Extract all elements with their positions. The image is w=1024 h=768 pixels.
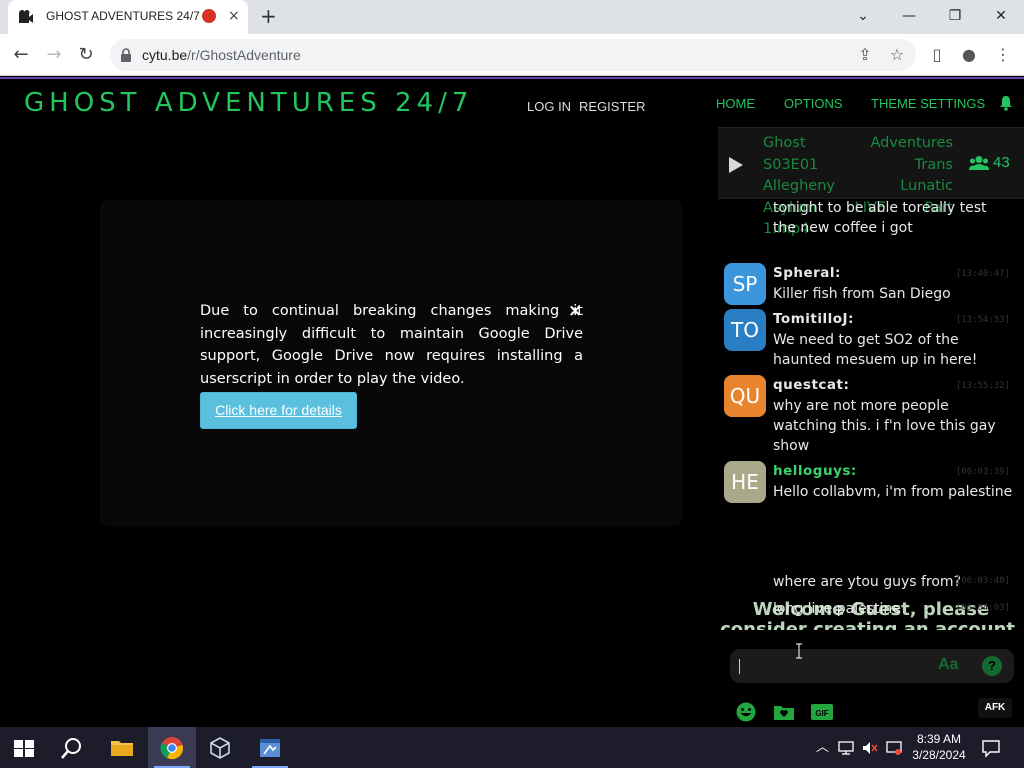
avatar[interactable]: HE xyxy=(724,461,766,503)
nav-theme-settings[interactable]: THEME SETTINGS xyxy=(871,96,985,111)
tab-search-icon[interactable]: ⌄ xyxy=(853,7,873,25)
back-arrow-icon[interactable]: ← xyxy=(10,44,32,66)
new-tab-button[interactable]: + xyxy=(260,6,277,26)
search-icon xyxy=(61,738,81,759)
chat-timestamp: [13:40:47] xyxy=(955,269,1010,279)
clock-date: 3/28/2024 xyxy=(912,748,966,762)
profile-avatar-icon[interactable]: ● xyxy=(958,44,980,66)
text-caret xyxy=(739,659,740,674)
app-window-icon xyxy=(260,739,280,757)
network-icon[interactable] xyxy=(838,740,854,756)
close-window-icon[interactable]: ✕ xyxy=(991,7,1011,25)
chat-username[interactable]: helloguys: xyxy=(773,463,857,479)
chat-message-partial: tonight to be able toreally test the new… xyxy=(773,200,987,236)
help-button[interactable]: ? xyxy=(982,656,1002,676)
chat-messages: tonight to be able toreally test the new… xyxy=(718,200,1024,630)
bell-icon[interactable] xyxy=(998,95,1014,111)
windows-taskbar: ︿ 8:39 AM 3/28/2024 xyxy=(0,727,1024,768)
details-button[interactable]: Click here for details xyxy=(200,392,357,429)
side-panel-icon[interactable]: ▯ xyxy=(926,44,948,66)
close-tab-icon[interactable]: × xyxy=(228,8,240,24)
video-player[interactable]: Due to continual breaking changes making… xyxy=(100,200,682,526)
chevron-up-icon[interactable]: ︿ xyxy=(816,740,832,756)
login-link[interactable]: LOG IN xyxy=(527,99,571,114)
gif-label: GIF xyxy=(815,709,828,718)
chat-message-text: Hello collabvm, i'm from palestine xyxy=(773,484,1013,500)
video-area: Due to continual breaking changes making… xyxy=(0,127,718,727)
alert-close-icon[interactable]: × xyxy=(568,302,582,320)
lock-icon xyxy=(121,48,131,62)
app-taskbar-button[interactable] xyxy=(246,727,294,768)
address-bar: ← → ↻ cytu.be/r/GhostAdventure ⇪ ☆ ▯ ● ⋮ xyxy=(0,34,1024,76)
register-link[interactable]: REGISTER xyxy=(579,99,645,114)
chat-timestamp: [13:54:53] xyxy=(955,315,1010,325)
url-path: /r/GhostAdventure xyxy=(187,47,301,63)
minimize-window-icon[interactable]: — xyxy=(899,7,919,25)
chat-username[interactable]: questcat: xyxy=(773,377,849,393)
nav-home[interactable]: HOME xyxy=(716,96,755,111)
avatar[interactable]: TO xyxy=(724,309,766,351)
start-button[interactable] xyxy=(0,727,48,768)
chat-message-text: Killer fish from San Diego xyxy=(773,286,951,302)
google-drive-alert-message: Due to continual breaking changes making… xyxy=(200,303,583,387)
site-brand[interactable]: GHOST ADVENTURES 24/7 xyxy=(24,88,473,118)
restore-window-icon[interactable]: ❐ xyxy=(945,7,965,25)
folder-icon xyxy=(111,741,133,756)
chat-timestamp: [06:03:48] xyxy=(955,576,1010,586)
chrome-menu-icon[interactable]: ⋮ xyxy=(992,44,1014,66)
notification-icon[interactable] xyxy=(981,738,1001,758)
now-playing-bar: Ghost Adventures S03E01 Trans Allegheny … xyxy=(718,127,1024,237)
chat-message-text: why are not more people watching this. i… xyxy=(773,398,996,454)
volume-muted-icon[interactable] xyxy=(862,740,878,756)
share-icon[interactable]: ⇪ xyxy=(855,45,875,65)
windows-logo-icon xyxy=(14,740,34,757)
users-icon xyxy=(969,156,989,170)
play-icon[interactable] xyxy=(728,156,744,174)
forward-arrow-icon[interactable]: → xyxy=(43,44,65,66)
url-host: cytu.be xyxy=(142,47,188,63)
devil-emoji-icon xyxy=(202,9,216,23)
favorites-folder-icon[interactable] xyxy=(773,702,795,722)
bookmark-star-icon[interactable]: ☆ xyxy=(887,45,907,65)
chat-username[interactable]: Spheral: xyxy=(773,265,841,281)
afk-button[interactable]: AFK xyxy=(978,698,1012,718)
chrome-icon xyxy=(160,737,183,760)
chat-message-text: We need to get SO2 of the haunted mesuem… xyxy=(773,332,978,368)
clock-time: 8:39 AM xyxy=(916,732,962,746)
text-cursor-icon xyxy=(796,643,802,659)
avatar[interactable]: SP xyxy=(724,263,766,305)
font-style-button[interactable]: Aa xyxy=(938,656,958,674)
taskbar-clock[interactable]: 8:39 AM 3/28/2024 xyxy=(905,731,973,763)
chrome-taskbar-button[interactable] xyxy=(148,727,196,768)
nav-options[interactable]: OPTIONS xyxy=(784,96,843,111)
virtualbox-taskbar-button[interactable] xyxy=(196,727,244,768)
reload-icon[interactable]: ↻ xyxy=(75,44,97,66)
emoji-icon[interactable] xyxy=(735,702,757,722)
avatar[interactable]: QU xyxy=(724,375,766,417)
browser-tab-strip: GHOST ADVENTURES 24/7 × + ⌄ — ❐ ✕ xyxy=(0,0,1024,34)
cytube-favicon-icon xyxy=(19,10,33,23)
chat-timestamp: [13:55:32] xyxy=(955,381,1010,391)
chat-input[interactable]: Aa ? xyxy=(730,649,1014,683)
search-button[interactable] xyxy=(48,727,96,768)
chat-timestamp: [06:03:39] xyxy=(955,467,1010,477)
chat-panel: Ghost Adventures S03E01 Trans Allegheny … xyxy=(718,127,1024,727)
cube-icon xyxy=(210,737,230,759)
display-icon[interactable] xyxy=(886,740,902,756)
tab-title: GHOST ADVENTURES 24/7 xyxy=(46,9,200,23)
file-explorer-button[interactable] xyxy=(98,727,146,768)
browser-tab[interactable]: GHOST ADVENTURES 24/7 × xyxy=(8,0,248,34)
url-omnibox[interactable]: cytu.be/r/GhostAdventure ⇪ ☆ xyxy=(110,39,916,71)
site-navbar: GHOST ADVENTURES 24/7 LOG IN REGISTER HO… xyxy=(0,77,1024,127)
url-text: cytu.be/r/GhostAdventure xyxy=(142,47,301,63)
user-count[interactable]: 43 xyxy=(993,154,1010,171)
chat-timestamp: [06:04:03] xyxy=(955,603,1010,613)
chat-username[interactable]: TomitilloJ: xyxy=(773,311,854,327)
gif-icon[interactable]: GIF xyxy=(811,702,833,722)
